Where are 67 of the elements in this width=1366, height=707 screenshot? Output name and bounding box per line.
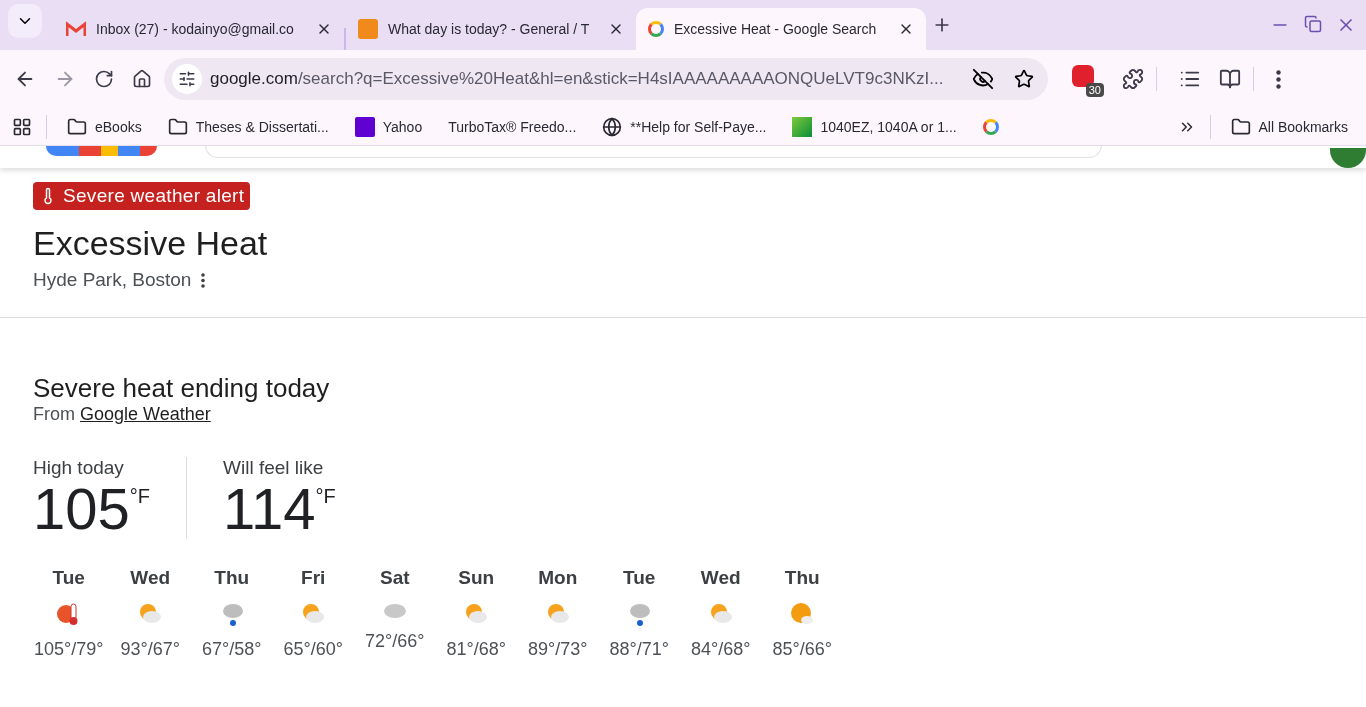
day-name: Sun — [458, 567, 495, 589]
eye-off-icon[interactable] — [972, 68, 994, 90]
more-icon[interactable] — [201, 272, 206, 288]
cloud-icon — [381, 601, 408, 619]
bookmark-link[interactable]: eBooks — [61, 116, 148, 137]
all-bookmarks-link[interactable]: All Bookmarks — [1224, 116, 1354, 137]
day-name: Mon — [538, 567, 578, 589]
bookmark-link[interactable]: 1040EZ, 1040A or 1... — [786, 116, 963, 137]
restore-icon[interactable] — [1304, 15, 1322, 33]
day-temperatures: 67°/58° — [202, 639, 262, 660]
day-temperatures: 81°/68° — [446, 639, 506, 660]
alert-title: Excessive Heat — [33, 224, 269, 263]
day-temperatures: 84°/68° — [691, 639, 751, 660]
day-temperatures: 89°/73° — [528, 639, 588, 660]
day-temperatures: 105°/79° — [34, 639, 104, 660]
mail-icon — [66, 21, 86, 37]
browser-tab[interactable]: Inbox (27) - kodainyo@gmail.co — [54, 8, 344, 50]
bookmark-link[interactable]: **Help for Self-Paye... — [596, 116, 773, 137]
site-settings-button[interactable] — [172, 64, 202, 94]
tab-title: Excessive Heat - Google Search — [674, 21, 878, 37]
unit: °F — [129, 485, 150, 508]
folder-icon — [67, 116, 87, 137]
apps-icon[interactable] — [12, 116, 32, 137]
browser-tab[interactable]: Excessive Heat - Google Search — [636, 8, 926, 50]
day-name: Fri — [301, 567, 326, 589]
day-temperatures: 65°/60° — [283, 639, 343, 660]
day-name: Sat — [379, 567, 410, 589]
tab-title: Inbox (27) - kodainyo@gmail.co — [96, 21, 295, 37]
puzzle-icon — [1122, 68, 1144, 90]
day-name: Tue — [623, 567, 656, 589]
day-name: Thu — [784, 567, 820, 589]
source-text: From Google Weather — [33, 404, 212, 425]
high-label: High today — [33, 457, 125, 479]
tab-title: What day is today? - General / T — [388, 21, 591, 37]
bookmark-link[interactable]: Yahoo — [348, 116, 429, 137]
extension-badge: 30 — [1085, 83, 1104, 97]
unit: °F — [315, 485, 336, 508]
source-link[interactable]: Google Weather — [80, 404, 211, 424]
day-name: Tue — [52, 567, 85, 589]
day-name: Wed — [130, 567, 171, 589]
day-name: Wed — [700, 567, 741, 589]
open-book-icon — [1219, 68, 1241, 90]
day-name: Thu — [214, 567, 250, 589]
sliders-icon — [178, 70, 196, 88]
browser-tab[interactable]: What day is today? - General / T — [346, 8, 636, 50]
feels-like-temperature: 114 — [223, 479, 316, 539]
day-temperatures: 93°/67° — [120, 639, 180, 660]
address-bar[interactable]: google.com/search?q=Excessive%20Heat&hl=en&stick=H4sIAAAAAAAAAONQUeLVT9c3NKzI... — [164, 58, 1048, 100]
day-temperatures: 88°/71° — [609, 639, 669, 660]
bookmark-link[interactable]: Theses & Dissertati... — [161, 116, 335, 137]
menu-icon — [1276, 69, 1281, 89]
location: Hyde Park, Boston — [33, 269, 192, 291]
mostly-sunny-icon — [789, 601, 816, 627]
avatar — [1330, 148, 1366, 168]
bookmark-star-icon[interactable] — [1014, 69, 1034, 89]
folder-icon — [167, 116, 188, 137]
reload-icon — [94, 69, 114, 89]
feel-label: Will feel like — [223, 457, 325, 479]
folder-icon — [1230, 116, 1251, 137]
high-temperature: 105 — [33, 479, 130, 539]
day-temperatures: 85°/66° — [772, 639, 832, 660]
home-icon — [132, 69, 152, 89]
globe-icon — [602, 116, 623, 137]
bookmark-link[interactable]: TurboTax® Freedo... — [442, 118, 583, 135]
heat-heading: Severe heat ending today — [33, 373, 331, 404]
alert-text: Severe weather alert — [63, 185, 245, 207]
day-temperatures: 72°/66° — [365, 631, 425, 652]
